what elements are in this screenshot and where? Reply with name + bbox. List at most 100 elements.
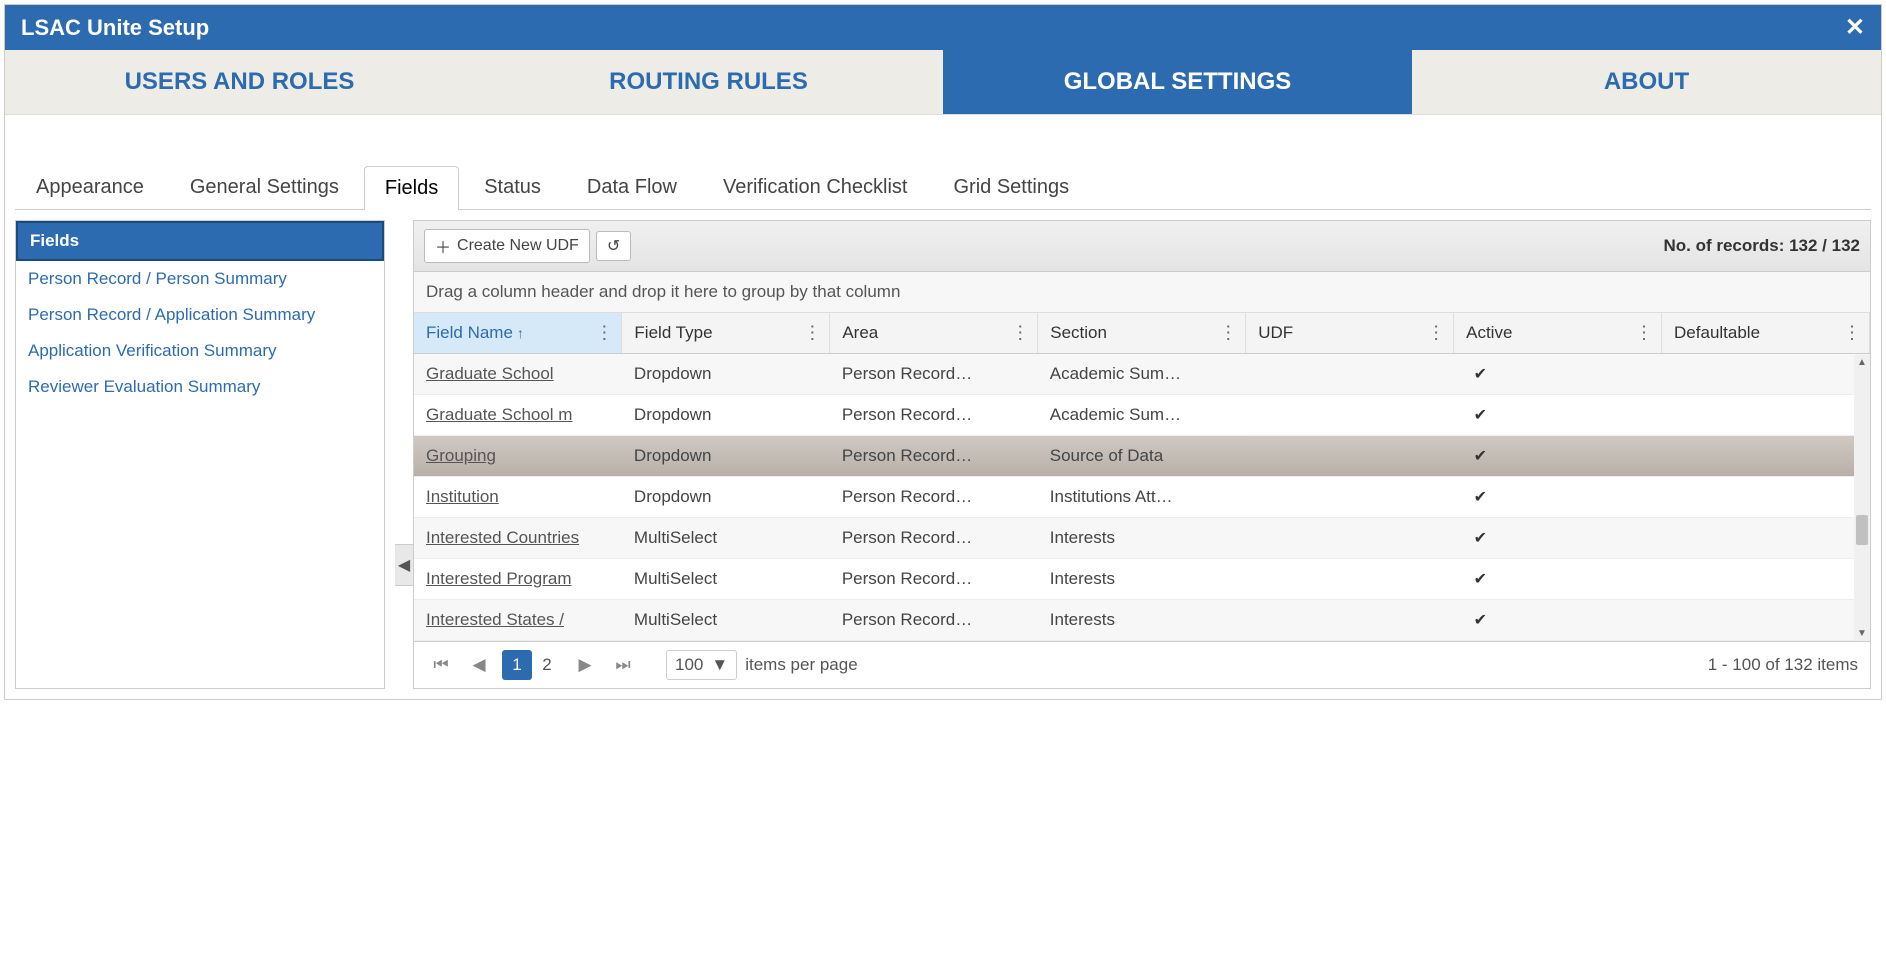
field-name-cell[interactable]: Grouping <box>414 436 622 477</box>
scroll-thumb[interactable] <box>1856 515 1868 545</box>
collapse-sidebar-handle[interactable]: ◀ <box>395 544 413 586</box>
udf-cell <box>1246 600 1454 641</box>
checkmark-icon <box>1474 528 1487 547</box>
content: AppearanceGeneral SettingsFieldsStatusDa… <box>5 115 1881 699</box>
sidebar: FieldsPerson Record / Person SummaryPers… <box>15 220 385 689</box>
sub-tab[interactable]: General Settings <box>169 165 360 209</box>
column-menu-icon[interactable]: ⋮ <box>1635 323 1653 344</box>
field-name-cell[interactable]: Graduate School m <box>414 395 622 436</box>
field-name-cell[interactable]: Interested Program <box>414 559 622 600</box>
column-header[interactable]: Field Type⋮ <box>622 313 830 354</box>
column-header[interactable]: Active⋮ <box>1454 313 1662 354</box>
page-size-value: 100 <box>675 655 703 675</box>
sidebar-item[interactable]: Application Verification Summary <box>16 333 384 369</box>
defaultable-cell <box>1662 518 1870 559</box>
area-cell: Person Record… <box>830 395 1038 436</box>
items-per-page-label: items per page <box>745 655 857 675</box>
pager-next-button[interactable]: ▶ <box>570 650 600 680</box>
main-nav-tab[interactable]: USERS AND ROLES <box>5 50 474 114</box>
undo-icon: ↺ <box>607 236 620 256</box>
field-name-cell[interactable]: Graduate School <box>414 354 622 395</box>
vertical-scrollbar[interactable]: ▲ ▼ <box>1854 355 1870 641</box>
sub-tab[interactable]: Fields <box>364 166 459 210</box>
field-type-cell: Dropdown <box>622 436 830 477</box>
sidebar-item[interactable]: Person Record / Application Summary <box>16 297 384 333</box>
section-cell: Academic Sum… <box>1038 395 1246 436</box>
field-name-cell[interactable]: Interested States / <box>414 600 622 641</box>
column-menu-icon[interactable]: ⋮ <box>1843 323 1861 344</box>
table-row[interactable]: InstitutionDropdownPerson Record…Institu… <box>414 477 1870 518</box>
section-cell: Interests <box>1038 600 1246 641</box>
section-cell: Institutions Att… <box>1038 477 1246 518</box>
header-row: Field Name↑⋮Field Type⋮Area⋮Section⋮UDF⋮… <box>414 313 1870 354</box>
scroll-down-arrow[interactable]: ▼ <box>1854 628 1870 639</box>
column-menu-icon[interactable]: ⋮ <box>1011 323 1029 344</box>
field-type-cell: MultiSelect <box>622 518 830 559</box>
body-row: FieldsPerson Record / Person SummaryPers… <box>15 220 1871 689</box>
column-header[interactable]: Area ⋮ <box>830 313 1038 354</box>
refresh-button[interactable]: ↺ <box>596 231 631 261</box>
area-cell: Person Record… <box>830 559 1038 600</box>
main-nav-tab[interactable]: ROUTING RULES <box>474 50 943 114</box>
pager-page-button[interactable]: 2 <box>532 650 562 680</box>
field-name-cell[interactable]: Interested Countries <box>414 518 622 559</box>
field-name-cell[interactable]: Institution <box>414 477 622 518</box>
section-cell: Interests <box>1038 518 1246 559</box>
pager-page-button[interactable]: 1 <box>502 650 532 680</box>
section-cell: Source of Data <box>1038 436 1246 477</box>
column-header[interactable]: Field Name↑⋮ <box>414 313 622 354</box>
chevron-down-icon: ▼ <box>711 655 728 675</box>
checkmark-icon <box>1474 446 1487 465</box>
sub-tab[interactable]: Status <box>463 165 562 209</box>
main-nav-tab[interactable]: ABOUT <box>1412 50 1881 114</box>
pager-first-button[interactable]: ⏮ <box>426 650 456 680</box>
column-header[interactable]: Section⋮ <box>1038 313 1246 354</box>
column-header-label: Area <box>842 323 878 342</box>
defaultable-cell <box>1662 436 1870 477</box>
table-row[interactable]: Interested ProgramMultiSelectPerson Reco… <box>414 559 1870 600</box>
sub-tab[interactable]: Grid Settings <box>932 165 1090 209</box>
sub-tab[interactable]: Verification Checklist <box>702 165 929 209</box>
setup-window: LSAC Unite Setup ✕ USERS AND ROLESROUTIN… <box>4 4 1882 700</box>
sub-tab[interactable]: Data Flow <box>566 165 698 209</box>
main-nav-tab[interactable]: GLOBAL SETTINGS <box>943 50 1412 114</box>
column-header[interactable]: UDF⋮ <box>1246 313 1454 354</box>
table-row[interactable]: Graduate SchoolDropdownPerson Record…Aca… <box>414 354 1870 395</box>
field-type-cell: Dropdown <box>622 477 830 518</box>
titlebar: LSAC Unite Setup ✕ <box>5 5 1881 50</box>
plus-icon: ＋ <box>435 234 451 258</box>
sidebar-item[interactable]: Reviewer Evaluation Summary <box>16 369 384 405</box>
checkmark-icon <box>1474 610 1487 629</box>
pager: ⏮ ◀ 12 ▶ ⏭ 100 ▼ items per page 1 - 100 … <box>414 641 1870 688</box>
udf-cell <box>1246 354 1454 395</box>
column-menu-icon[interactable]: ⋮ <box>1219 323 1237 344</box>
create-new-udf-button[interactable]: ＋ Create New UDF <box>424 229 590 263</box>
column-menu-icon[interactable]: ⋮ <box>803 323 821 344</box>
table-row[interactable]: Interested CountriesMultiSelectPerson Re… <box>414 518 1870 559</box>
column-menu-icon[interactable]: ⋮ <box>595 323 613 344</box>
checkmark-icon <box>1474 569 1487 588</box>
table-row[interactable]: Interested States /MultiSelectPerson Rec… <box>414 600 1870 641</box>
field-type-cell: MultiSelect <box>622 559 830 600</box>
sidebar-item[interactable]: Person Record / Person Summary <box>16 261 384 297</box>
udf-cell <box>1246 436 1454 477</box>
sidebar-item[interactable]: Fields <box>16 221 384 261</box>
data-grid: Field Name↑⋮Field Type⋮Area⋮Section⋮UDF⋮… <box>414 313 1870 641</box>
column-header[interactable]: Defaultable⋮ <box>1662 313 1870 354</box>
scroll-up-arrow[interactable]: ▲ <box>1854 357 1870 368</box>
pager-last-button[interactable]: ⏭ <box>608 650 638 680</box>
active-cell <box>1454 436 1662 477</box>
close-icon[interactable]: ✕ <box>1845 13 1865 42</box>
pager-prev-button[interactable]: ◀ <box>464 650 494 680</box>
table-row[interactable]: Graduate School mDropdownPerson Record…A… <box>414 395 1870 436</box>
defaultable-cell <box>1662 559 1870 600</box>
udf-cell <box>1246 559 1454 600</box>
column-menu-icon[interactable]: ⋮ <box>1427 323 1445 344</box>
checkmark-icon <box>1474 364 1487 383</box>
page-size-select[interactable]: 100 ▼ <box>666 650 737 680</box>
group-by-hint[interactable]: Drag a column header and drop it here to… <box>414 272 1870 313</box>
defaultable-cell <box>1662 395 1870 436</box>
table-row[interactable]: GroupingDropdownPerson Record…Source of … <box>414 436 1870 477</box>
sub-tab[interactable]: Appearance <box>15 165 165 209</box>
field-type-cell: Dropdown <box>622 395 830 436</box>
